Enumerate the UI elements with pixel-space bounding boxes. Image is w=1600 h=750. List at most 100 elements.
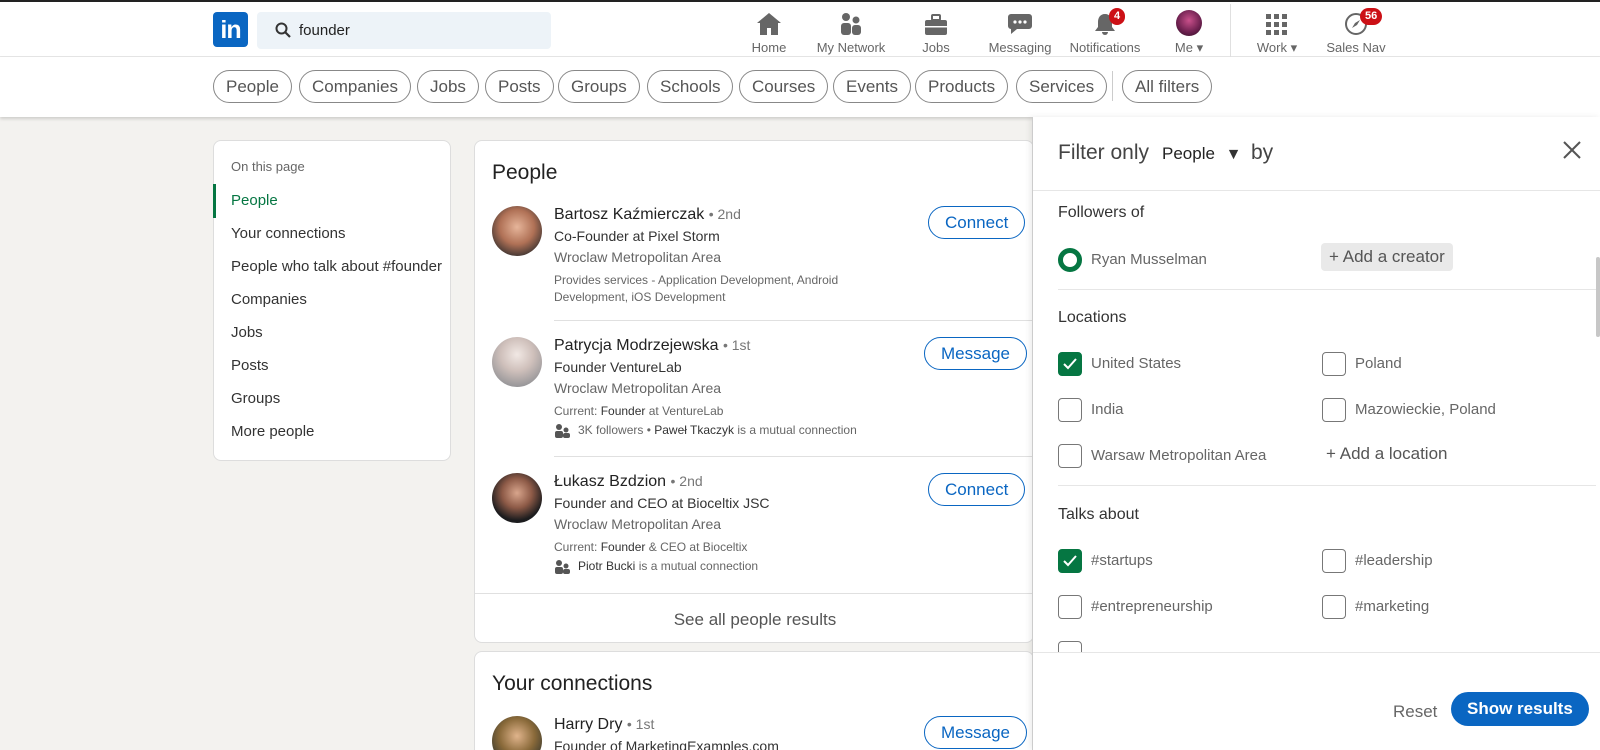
section-divider	[1058, 485, 1596, 486]
message-button[interactable]: Message	[924, 716, 1027, 749]
person-name-text[interactable]: Patrycja Modrzejewska	[554, 337, 719, 354]
nav-notifications[interactable]: 4 Notifications	[1068, 8, 1142, 58]
checkbox-poland[interactable]	[1322, 352, 1346, 376]
card-title: People	[492, 161, 558, 184]
nav-jobs[interactable]: Jobs	[912, 8, 960, 58]
divider	[554, 320, 1033, 321]
leftnav-item-people[interactable]: People	[231, 192, 278, 209]
pill-jobs[interactable]: Jobs	[417, 70, 479, 103]
nav-home[interactable]: Home	[747, 8, 791, 58]
search-box[interactable]	[257, 12, 551, 49]
follower-option[interactable]: Ryan Musselman	[1091, 251, 1207, 268]
pill-courses[interactable]: Courses	[739, 70, 829, 103]
search-input[interactable]	[299, 12, 539, 49]
checkbox-marketing[interactable]	[1322, 595, 1346, 619]
radio-selected[interactable]	[1058, 248, 1082, 272]
add-location-label: Add a location	[1339, 444, 1448, 463]
filter-scroll-area[interactable]: Followers of Ryan Musselman + Add a crea…	[1033, 192, 1600, 652]
avatar[interactable]	[492, 337, 542, 387]
connection-degree: • 2nd	[708, 206, 741, 222]
checkmark-icon	[1063, 555, 1077, 567]
avatar[interactable]	[492, 206, 542, 256]
caret-down-icon: ▾	[1196, 40, 1204, 55]
add-creator-button[interactable]: + Add a creator	[1321, 243, 1453, 271]
leftnav-item-jobs[interactable]: Jobs	[231, 324, 263, 341]
see-all-people-button[interactable]: See all people results	[475, 593, 1033, 642]
message-button[interactable]: Message	[924, 337, 1027, 370]
search-icon	[275, 22, 291, 38]
topic-option[interactable]: #leadership	[1355, 552, 1433, 569]
connect-button[interactable]: Connect	[928, 473, 1026, 506]
leftnav-item-groups[interactable]: Groups	[231, 390, 280, 407]
add-location-button[interactable]: + Add a location	[1326, 444, 1447, 464]
connect-button[interactable]: Connect	[928, 206, 1026, 239]
pill-products[interactable]: Products	[915, 70, 1009, 103]
services-line-1: Provides services - Application Developm…	[554, 273, 839, 287]
checkbox-leadership[interactable]	[1322, 549, 1346, 573]
pill-events[interactable]: Events	[833, 70, 911, 103]
leftnav-item-more-people[interactable]: More people	[231, 423, 314, 440]
user-avatar	[1176, 10, 1202, 36]
mutual-name[interactable]: Paweł Tkaczyk	[654, 423, 734, 437]
current-suffix: at VentureLab	[645, 404, 724, 418]
nav-work[interactable]: Work ▾	[1252, 8, 1302, 58]
person-name-text[interactable]: Bartosz Kaźmierczak	[554, 206, 704, 223]
show-results-button[interactable]: Show results	[1451, 692, 1589, 726]
grid-icon	[1266, 14, 1287, 35]
person-name[interactable]: Harry Dry • 1st	[554, 716, 654, 734]
list-item: Bartosz Kaźmierczak • 2nd Co-Founder at …	[492, 206, 1032, 306]
people-results-card: People Bartosz Kaźmierczak • 2nd Co-Foun…	[474, 140, 1034, 643]
pill-companies[interactable]: Companies	[299, 70, 411, 103]
checkbox-partial[interactable]	[1058, 641, 1082, 652]
mutual-connection: 3K followers • Paweł Tkaczyk is a mutual…	[554, 423, 857, 438]
linkedin-logo[interactable]: in	[213, 12, 248, 47]
reset-button[interactable]: Reset	[1393, 702, 1437, 722]
checkbox-warsaw[interactable]	[1058, 444, 1082, 468]
location-option[interactable]: Poland	[1355, 355, 1402, 372]
nav-me[interactable]: Me ▾	[1164, 8, 1214, 58]
result-type-dropdown[interactable]: People ▼	[1162, 144, 1242, 164]
checkbox-mazowieckie[interactable]	[1322, 398, 1346, 422]
location-option[interactable]: Warsaw Metropolitan Area	[1091, 447, 1266, 464]
pill-groups[interactable]: Groups	[558, 70, 640, 103]
avatar[interactable]	[492, 473, 542, 523]
checkbox-entrepreneurship[interactable]	[1058, 595, 1082, 619]
close-icon[interactable]	[1561, 139, 1583, 161]
pill-all-filters[interactable]: All filters	[1122, 70, 1213, 103]
leftnav-item-people-who-talk[interactable]: People who talk about #founder	[231, 258, 442, 275]
checkbox-startups[interactable]	[1058, 549, 1082, 573]
location-option[interactable]: United States	[1091, 355, 1181, 372]
leftnav-item-your-connections[interactable]: Your connections	[231, 225, 346, 242]
location-option[interactable]: Mazowieckie, Poland	[1355, 401, 1496, 418]
pill-people[interactable]: People	[213, 70, 292, 103]
checkbox-united-states[interactable]	[1058, 352, 1082, 376]
person-name-text[interactable]: Łukasz Bzdzion	[554, 473, 666, 490]
person-name[interactable]: Patrycja Modrzejewska • 1st	[554, 337, 750, 355]
headline: Founder VentureLab	[554, 359, 682, 375]
pill-posts[interactable]: Posts	[485, 70, 554, 103]
on-this-page-caption: On this page	[231, 159, 305, 174]
nav-label: Jobs	[922, 40, 950, 55]
person-name-text[interactable]: Harry Dry	[554, 716, 622, 733]
person-name[interactable]: Bartosz Kaźmierczak • 2nd	[554, 206, 741, 224]
location-option[interactable]: India	[1091, 401, 1124, 418]
leftnav-item-companies[interactable]: Companies	[231, 291, 307, 308]
scrollbar-thumb[interactable]	[1596, 257, 1600, 337]
nav-messaging[interactable]: Messaging	[985, 8, 1055, 58]
plus-icon: +	[1329, 247, 1339, 266]
mutual-name[interactable]: Piotr Bucki	[578, 559, 635, 573]
person-name[interactable]: Łukasz Bzdzion • 2nd	[554, 473, 703, 491]
nav-my-network[interactable]: My Network	[815, 8, 887, 58]
leftnav-item-posts[interactable]: Posts	[231, 357, 269, 374]
pill-services[interactable]: Services	[1016, 70, 1108, 103]
connection-degree: • 1st	[626, 716, 655, 732]
topic-option[interactable]: #marketing	[1355, 598, 1429, 615]
current-highlight: Founder	[600, 404, 646, 418]
topic-option[interactable]: #startups	[1091, 552, 1153, 569]
current-prefix: Current:	[554, 404, 601, 418]
checkbox-india[interactable]	[1058, 398, 1082, 422]
pill-schools[interactable]: Schools	[647, 70, 734, 103]
nav-sales-nav[interactable]: 56 Sales Nav	[1325, 8, 1387, 58]
topic-option[interactable]: #entrepreneurship	[1091, 598, 1213, 615]
avatar[interactable]	[492, 716, 542, 750]
